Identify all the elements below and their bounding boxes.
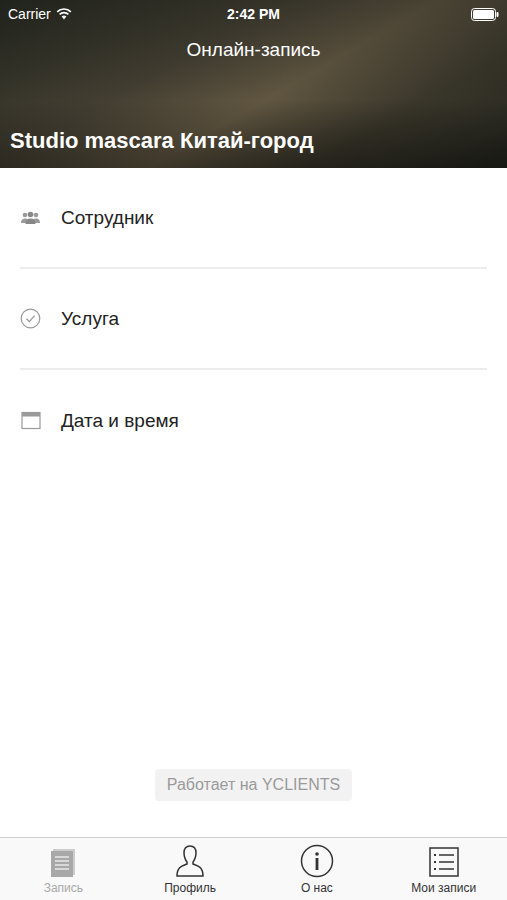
header: Carrier 2:42 PM Онлайн-запись Studio mascar…	[0, 0, 507, 168]
battery-icon	[471, 8, 499, 21]
step-list: Сотрудник Услуга Дата и время	[0, 168, 507, 471]
calendar-icon	[21, 411, 41, 430]
tab-item[interactable]: О нас	[254, 838, 381, 900]
battery	[280, 8, 499, 21]
step-row[interactable]: Услуга	[20, 269, 487, 370]
person-icon	[174, 844, 206, 878]
step-label: Сотрудник	[61, 207, 153, 229]
studio-name: Studio mascara Китай-город	[0, 128, 507, 168]
booking-screen: Carrier 2:42 PM Онлайн-запись Studio mascar…	[0, 0, 507, 900]
staff-icon	[20, 211, 41, 225]
carrier-label: Carrier	[8, 6, 51, 22]
step-icon-box	[20, 308, 41, 329]
step-icon-box	[20, 207, 41, 228]
powered-by-badge: Работает на YCLIENTS	[155, 769, 352, 801]
tab-label: Запись	[44, 881, 83, 895]
tab-label: Профиль	[164, 881, 216, 895]
header-title: Онлайн-запись	[0, 28, 507, 61]
step-label: Дата и время	[61, 410, 179, 432]
tab-label: О нас	[301, 881, 333, 895]
step-label: Услуга	[61, 308, 119, 330]
wifi-icon	[56, 8, 72, 20]
tab-item[interactable]: Мои записи	[380, 838, 507, 900]
list-icon	[428, 846, 460, 878]
tab-item[interactable]: Профиль	[127, 838, 254, 900]
step-row[interactable]: Сотрудник	[20, 168, 487, 269]
status-time: 2:42 PM	[227, 6, 280, 22]
tab-bar: Запись Профиль О нас Мои записи	[0, 837, 507, 900]
status-bar: Carrier 2:42 PM	[0, 0, 507, 28]
tab-label: Мои записи	[411, 881, 476, 895]
check-circle-icon	[20, 308, 41, 329]
document-icon	[47, 846, 79, 878]
step-icon-box	[20, 410, 41, 431]
carrier: Carrier	[8, 6, 227, 22]
info-icon	[300, 844, 334, 878]
tab-item[interactable]: Запись	[0, 838, 127, 900]
step-row[interactable]: Дата и время	[20, 370, 487, 471]
powered-row: Работает на YCLIENTS	[0, 769, 507, 801]
